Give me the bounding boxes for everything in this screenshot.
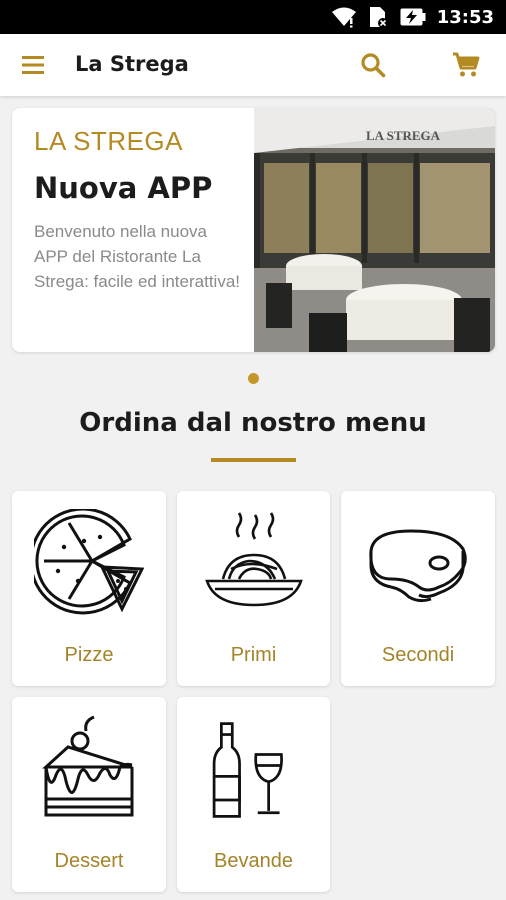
wifi-icon <box>331 7 356 28</box>
carousel-indicator[interactable] <box>248 373 259 384</box>
restaurant-photo: LA STREGA <box>254 108 495 352</box>
cake-icon <box>42 715 134 817</box>
category-label: Bevande <box>214 850 293 872</box>
cart-icon[interactable] <box>452 52 480 78</box>
status-bar: 13:53 <box>0 0 506 34</box>
category-label: Primi <box>230 644 277 666</box>
promo-banner[interactable]: LA STREGA Nuova APP Benvenuto nella nuov… <box>12 108 495 352</box>
category-card-primi[interactable]: Primi <box>177 491 330 686</box>
pizza-icon <box>34 509 144 615</box>
steak-icon <box>369 529 467 603</box>
category-card-dessert[interactable]: Dessert <box>12 697 166 892</box>
section-underline <box>211 458 296 462</box>
app-bar: La Strega <box>0 34 506 96</box>
category-label: Secondi <box>381 644 455 666</box>
photo-sign-text: LA STREGA <box>366 128 441 143</box>
pasta-icon <box>205 512 303 607</box>
banner-text: LA STREGA Nuova APP Benvenuto nella nuov… <box>34 126 244 294</box>
category-card-pizze[interactable]: Pizze <box>12 491 166 686</box>
sim-card-icon <box>369 7 388 28</box>
category-card-secondi[interactable]: Secondi <box>341 491 495 686</box>
category-label: Pizze <box>64 644 114 666</box>
banner-brand: LA STREGA <box>34 126 183 156</box>
section-title: Ordina dal nostro menu <box>79 408 427 438</box>
status-time: 13:53 <box>436 6 494 28</box>
category-card-bevande[interactable]: Bevande <box>177 697 330 892</box>
app-title: La Strega <box>75 52 189 76</box>
banner-description: Benvenuto nella nuova APP del Ristorante… <box>34 222 241 291</box>
banner-headline: Nuova APP <box>34 171 213 205</box>
search-icon[interactable] <box>360 52 386 78</box>
menu-icon[interactable] <box>20 53 46 77</box>
battery-charging-icon <box>400 8 426 26</box>
drinks-icon <box>212 722 283 818</box>
category-label: Dessert <box>54 850 124 872</box>
